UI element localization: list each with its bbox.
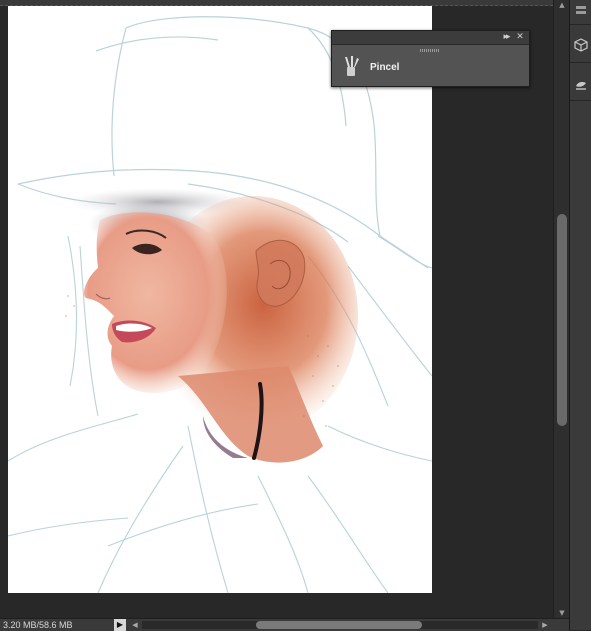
collapse-panel-button[interactable]: ▸▸: [500, 31, 512, 44]
document-size-status: 3.20 MB/58.6 MB: [3, 620, 73, 630]
status-bar: 3.20 MB/58.6 MB ▶ ◀ ▶: [0, 618, 569, 631]
close-panel-button[interactable]: ✕: [514, 31, 526, 44]
vertical-scroll-thumb[interactable]: [557, 214, 567, 426]
panel-dock: [569, 0, 591, 630]
document-canvas[interactable]: [8, 6, 432, 593]
dock-divider: [570, 62, 591, 63]
panel-body: Pincel: [332, 45, 529, 86]
face-paint: [83, 212, 227, 393]
panel-icon[interactable]: [574, 4, 588, 18]
dock-divider: [570, 24, 591, 25]
scroll-right-icon[interactable]: ▶: [540, 619, 550, 631]
brush-panel[interactable]: ▸▸ ✕ Pincel: [331, 30, 530, 87]
swatch-icon[interactable]: [574, 78, 588, 92]
panel-titlebar[interactable]: ▸▸ ✕: [332, 31, 529, 45]
painting: [8, 16, 432, 593]
scroll-down-icon[interactable]: ▼: [554, 608, 570, 618]
brush-preset-label[interactable]: Pincel: [370, 62, 399, 73]
dock-divider: [570, 100, 591, 101]
status-menu-arrow-icon[interactable]: ▶: [114, 619, 126, 631]
horizontal-scroll-thumb[interactable]: [256, 621, 422, 629]
vertical-scrollbar[interactable]: ▲ ▼: [553, 0, 570, 618]
scroll-left-icon[interactable]: ◀: [130, 619, 140, 631]
scroll-up-icon[interactable]: ▲: [554, 0, 570, 10]
brush-icon[interactable]: [342, 55, 360, 77]
cube-icon[interactable]: [574, 38, 588, 52]
document-workspace: ▸▸ ✕ Pincel: [0, 0, 553, 618]
